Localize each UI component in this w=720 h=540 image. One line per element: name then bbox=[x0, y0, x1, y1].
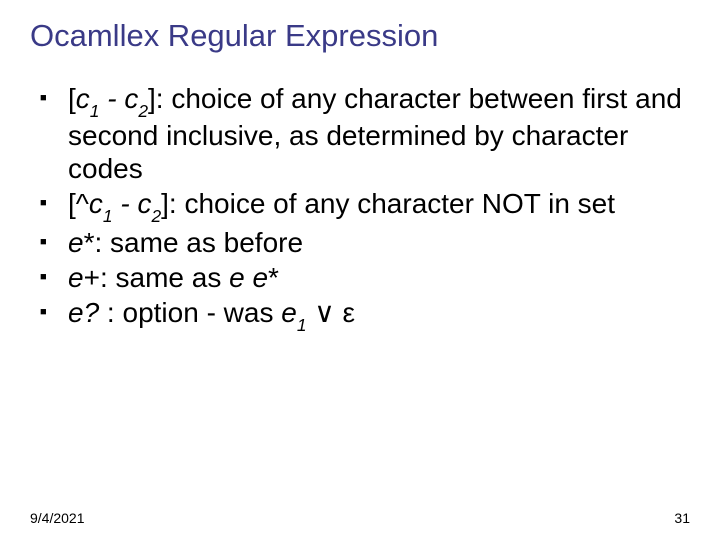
footer-date: 9/4/2021 bbox=[30, 510, 85, 526]
var-c2: c bbox=[137, 188, 151, 219]
var-e: e bbox=[68, 262, 84, 293]
slide-content: [c1 - c2]: choice of any character betwe… bbox=[30, 82, 690, 333]
bracket-close: ] bbox=[161, 188, 169, 219]
var-e: e bbox=[68, 227, 84, 258]
var-c2: c bbox=[124, 83, 138, 114]
op-plus: + bbox=[84, 262, 100, 293]
bullet-list: [c1 - c2]: choice of any character betwe… bbox=[38, 82, 690, 333]
epsilon: ε bbox=[343, 297, 355, 328]
sub-2: 2 bbox=[151, 206, 161, 226]
bracket-close: ] bbox=[148, 83, 156, 114]
desc-text: : choice of any character between first … bbox=[68, 83, 682, 184]
bullet-item-plus: e+: same as e e* bbox=[38, 261, 690, 294]
op-q: ? bbox=[84, 297, 100, 328]
desc-text: : same as before bbox=[94, 227, 303, 258]
sub-1: 1 bbox=[103, 206, 113, 226]
desc-text-pre: option - was bbox=[115, 297, 282, 328]
desc-text: : choice of any character NOT in set bbox=[169, 188, 615, 219]
var-ee: e e bbox=[229, 262, 268, 293]
sub-1: 1 bbox=[297, 315, 307, 335]
var-c1: c bbox=[89, 188, 103, 219]
dash: - bbox=[113, 188, 138, 219]
bracket-open-neg: [^ bbox=[68, 188, 89, 219]
var-e1: e bbox=[281, 297, 297, 328]
colon: : bbox=[99, 297, 115, 328]
footer-page-number: 31 bbox=[674, 510, 690, 526]
bullet-item-range: [c1 - c2]: choice of any character betwe… bbox=[38, 82, 690, 185]
op-star: * bbox=[268, 262, 279, 293]
bullet-item-star: e*: same as before bbox=[38, 226, 690, 259]
bullet-item-negrange: [^c1 - c2]: choice of any character NOT … bbox=[38, 187, 690, 224]
op-or: ∨ bbox=[306, 297, 342, 328]
var-c1: c bbox=[76, 83, 90, 114]
var-e: e bbox=[68, 297, 84, 328]
sub-2: 2 bbox=[138, 101, 148, 121]
dash: - bbox=[99, 83, 124, 114]
desc-text-pre: : same as bbox=[100, 262, 229, 293]
bracket-open: [ bbox=[68, 83, 76, 114]
slide-title: Ocamllex Regular Expression bbox=[30, 18, 690, 54]
op-star: * bbox=[84, 227, 95, 258]
bullet-item-option: e? : option - was e1 ∨ ε bbox=[38, 296, 690, 333]
slide: Ocamllex Regular Expression [c1 - c2]: c… bbox=[0, 0, 720, 540]
sub-1: 1 bbox=[90, 101, 100, 121]
